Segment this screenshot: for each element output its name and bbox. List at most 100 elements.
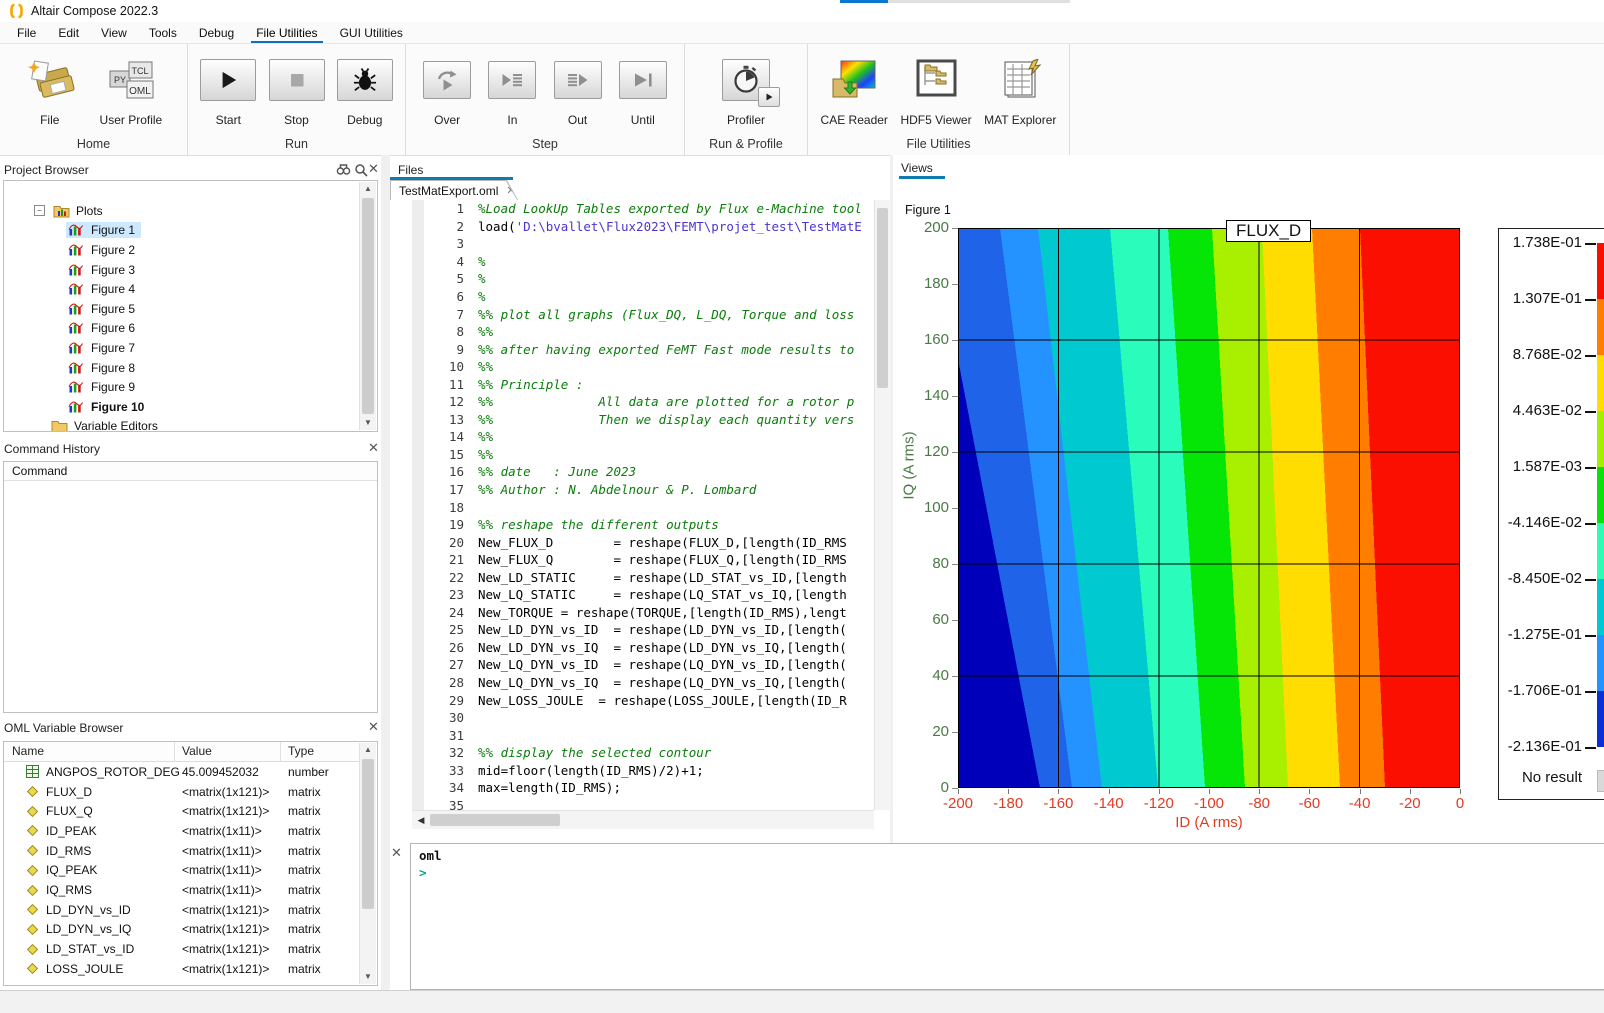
menu-item-edit[interactable]: Edit <box>47 22 90 43</box>
scrollbar-thumb[interactable] <box>877 208 888 388</box>
scrollbar-thumb[interactable] <box>430 814 560 826</box>
legend-level-label: 1.587E-03 <box>1513 458 1582 475</box>
command-history-close-icon[interactable]: ✕ <box>368 440 379 456</box>
x-tick-mark <box>1309 789 1310 794</box>
scroll-down-icon[interactable]: ▼ <box>360 416 376 430</box>
project-tree: −PlotsFigure 1Figure 2Figure 3Figure 4Fi… <box>4 181 360 431</box>
oml-command-window[interactable]: oml > <box>410 843 1604 990</box>
code-editor[interactable]: 1%Load LookUp Tables exported by Flux e-… <box>424 200 874 810</box>
ribbon-group-run: StartStopDebugRun <box>188 44 406 155</box>
tree-item-figure-7[interactable]: Figure 7 <box>4 338 360 358</box>
tree-item-figure-5[interactable]: Figure 5 <box>4 299 360 319</box>
tree-item-variable-editors[interactable]: Variable Editors <box>4 417 360 432</box>
table-row[interactable]: ID_RMS<matrix(1x11)>matrix <box>4 841 360 861</box>
variable-table-scrollbar[interactable]: ▲ ▼ <box>359 743 376 984</box>
stop-button[interactable]: Stop <box>269 48 325 127</box>
code-line: 2load('D:\bvallet\Flux2023\FEMT\projet_t… <box>424 218 874 236</box>
stop-icon <box>269 48 325 112</box>
tree-item-figure-9[interactable]: Figure 9 <box>4 377 360 397</box>
table-row[interactable]: ID_PEAK<matrix(1x11)>matrix <box>4 821 360 841</box>
menu-item-gui-utilities[interactable]: GUI Utilities <box>329 22 414 43</box>
table-row[interactable]: LD_DYN_vs_IQ<matrix(1x121)>matrix <box>4 920 360 940</box>
scroll-down-icon[interactable]: ▼ <box>360 970 376 984</box>
hdf5-viewer-button[interactable]: HDF5 Viewer <box>900 48 971 127</box>
editor-tab[interactable]: TestMatExport.oml ✕ <box>390 180 518 200</box>
table-row[interactable]: IQ_RMS<matrix(1x11)>matrix <box>4 880 360 900</box>
editor-hscrollbar[interactable]: ◀ <box>412 810 874 829</box>
ribbon-button-label: CAE Reader <box>821 113 888 127</box>
tree-item-figure-10[interactable]: Figure 10 <box>4 397 360 417</box>
tab-label: Figure 3 <box>902 183 946 197</box>
table-row[interactable]: ANGPOS_ROTOR_DEG45.009452032number <box>4 762 360 782</box>
project-browser-close-icon[interactable]: ✕ <box>368 161 379 177</box>
code-line: 19%% reshape the different outputs <box>424 516 874 534</box>
figure-chart-icon <box>68 400 85 414</box>
y-tick-mark <box>952 284 958 285</box>
in-button[interactable]: In <box>488 48 536 127</box>
column-type[interactable]: Type <box>288 744 314 758</box>
find-in-files-icon[interactable] <box>336 163 351 177</box>
column-name[interactable]: Name <box>12 744 44 758</box>
line-number: 34 <box>424 780 478 795</box>
menu-item-tools[interactable]: Tools <box>138 22 188 43</box>
variable-value: <matrix(1x121)> <box>182 962 269 976</box>
table-row[interactable]: FLUX_D<matrix(1x121)>matrix <box>4 782 360 802</box>
tree-item-figure-8[interactable]: Figure 8 <box>4 358 360 378</box>
code-token: 'D:\bvallet\Flux2023\FEMT\projet_test\Te… <box>516 219 862 234</box>
scrollbar-thumb[interactable] <box>362 198 374 414</box>
collapse-expander-icon[interactable]: − <box>34 205 45 216</box>
table-row[interactable]: LD_STAT_vs_ID<matrix(1x121)>matrix <box>4 939 360 959</box>
tree-item-figure-1[interactable]: Figure 1 <box>4 221 360 241</box>
code-token: max=length(ID_RMS); <box>478 780 621 795</box>
scroll-left-icon[interactable]: ◀ <box>412 815 430 826</box>
menu-item-view[interactable]: View <box>90 22 138 43</box>
tree-item-figure-3[interactable]: Figure 3 <box>4 260 360 280</box>
table-row[interactable]: FLUX_Q<matrix(1x121)>matrix <box>4 801 360 821</box>
table-row[interactable]: LOSS_JOULE<matrix(1x121)>matrix <box>4 959 360 979</box>
variable-browser-close-icon[interactable]: ✕ <box>368 719 379 735</box>
table-row[interactable]: LD_DYN_vs_ID<matrix(1x121)>matrix <box>4 900 360 920</box>
over-button[interactable]: Over <box>423 48 471 127</box>
ribbon-group-run-profile: ProfilerRun & Profile <box>685 44 808 155</box>
until-button[interactable]: Until <box>619 48 667 127</box>
tree-item-figure-4[interactable]: Figure 4 <box>4 279 360 299</box>
table-row[interactable]: IQ_PEAK<matrix(1x11)>matrix <box>4 861 360 881</box>
user-profile-button[interactable]: PYTCLOMLUser Profile <box>100 48 163 127</box>
start-button[interactable]: Start <box>200 48 256 127</box>
out-button[interactable]: Out <box>554 48 602 127</box>
tree-item-figure-6[interactable]: Figure 6 <box>4 319 360 339</box>
splitter-left[interactable] <box>381 155 390 990</box>
line-number: 5 <box>424 271 478 286</box>
tree-item-plots[interactable]: −Plots <box>4 201 360 221</box>
variable-type: matrix <box>288 824 321 838</box>
line-number: 17 <box>424 482 478 497</box>
mat-explorer-button[interactable]: MAT Explorer <box>984 48 1056 127</box>
menu-item-file[interactable]: File <box>6 22 47 43</box>
altair-logo-icon <box>8 3 25 19</box>
column-value[interactable]: Value <box>182 744 212 758</box>
y-tick-mark <box>952 340 958 341</box>
tree-item-figure-2[interactable]: Figure 2 <box>4 240 360 260</box>
x-tick-mark <box>1058 789 1059 794</box>
menu-item-debug[interactable]: Debug <box>188 22 245 43</box>
code-line: 6% <box>424 288 874 306</box>
legend-level-label: -4.146E-02 <box>1508 514 1582 531</box>
file-button[interactable]: File <box>25 48 75 127</box>
legend-level-label: 4.463E-02 <box>1513 402 1582 419</box>
cae-reader-button[interactable]: CAE Reader <box>821 48 888 127</box>
terminal-close-icon[interactable]: ✕ <box>391 845 402 861</box>
debug-button[interactable]: Debug <box>337 48 393 127</box>
legend-level-label: -8.450E-02 <box>1508 570 1582 587</box>
menu-item-file-utilities[interactable]: File Utilities <box>245 22 328 43</box>
search-icon[interactable] <box>354 163 368 177</box>
profiler-button[interactable]: Profiler <box>722 48 770 127</box>
tab-label: Figure 6 <box>893 183 937 197</box>
editor-vscrollbar[interactable] <box>874 200 891 810</box>
scroll-up-icon[interactable]: ▲ <box>360 743 376 757</box>
y-tick-label: 100 <box>905 499 949 516</box>
no-result-label: No result <box>1522 769 1582 786</box>
project-tree-scrollbar[interactable]: ▲ ▼ <box>359 182 376 430</box>
scrollbar-thumb[interactable] <box>362 759 374 909</box>
scroll-up-icon[interactable]: ▲ <box>360 182 376 196</box>
editor-tab-close-icon[interactable]: ✕ <box>506 184 515 197</box>
